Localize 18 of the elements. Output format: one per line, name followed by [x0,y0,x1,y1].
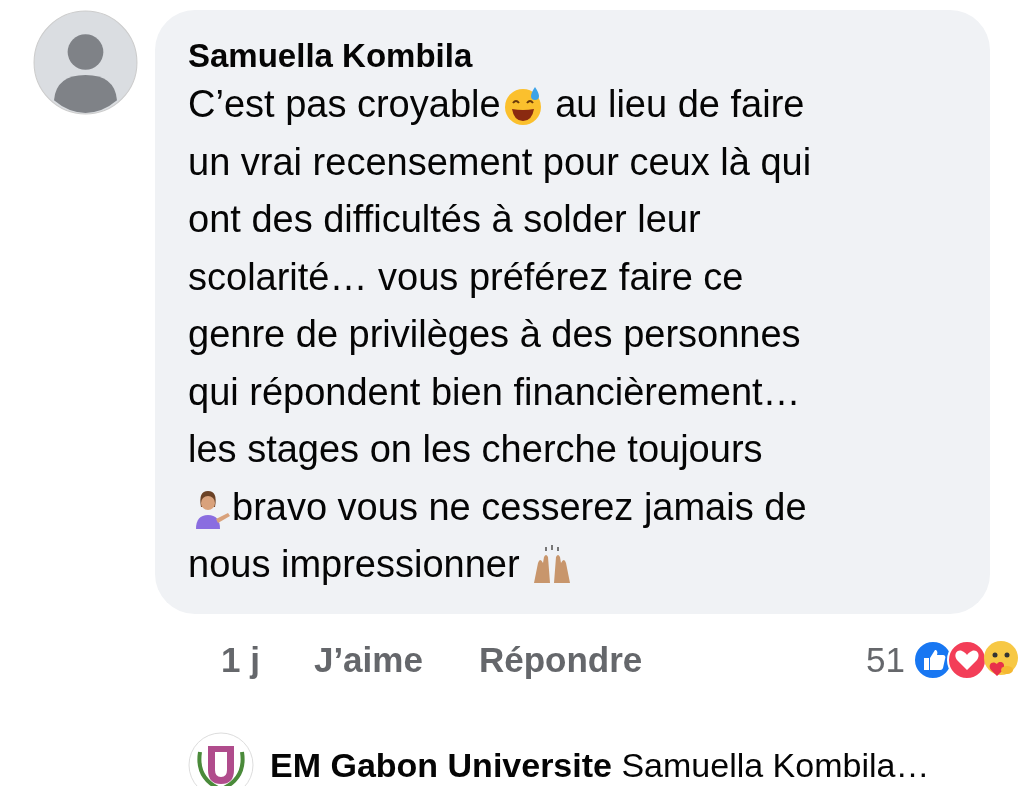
avatar[interactable] [33,10,138,115]
university-logo[interactable] [188,732,254,786]
comment-text: scolarité… vous préférez faire ce [188,254,744,300]
comment-text: un vrai recensement pour ceux là qui [188,139,812,185]
author-name[interactable]: Samuella Kombila [188,36,970,76]
reaction-count: 51 [866,638,905,681]
comment-text: genre de privilèges à des personnes [188,312,801,357]
comment-text: ont des difficultés à solder leur [188,197,701,242]
comment-text: C’est pas croyable [188,82,501,127]
comment-text: qui répondent bien financièrement… [188,369,801,415]
comment-text: bravo vous ne cesserez jamais de [232,484,807,530]
comment-text: nous impressionner [188,542,521,587]
comment-text: au lieu de faire [554,82,805,127]
comment-text: les stages on les cherche toujours [188,427,763,472]
like-link[interactable]: J’aime [313,633,423,686]
reply-link[interactable]: Répondre [478,633,643,686]
reply-preview[interactable]: EM Gabon Universite Samuella Kombila… [270,739,930,786]
comment-time: 1 j [221,638,260,681]
